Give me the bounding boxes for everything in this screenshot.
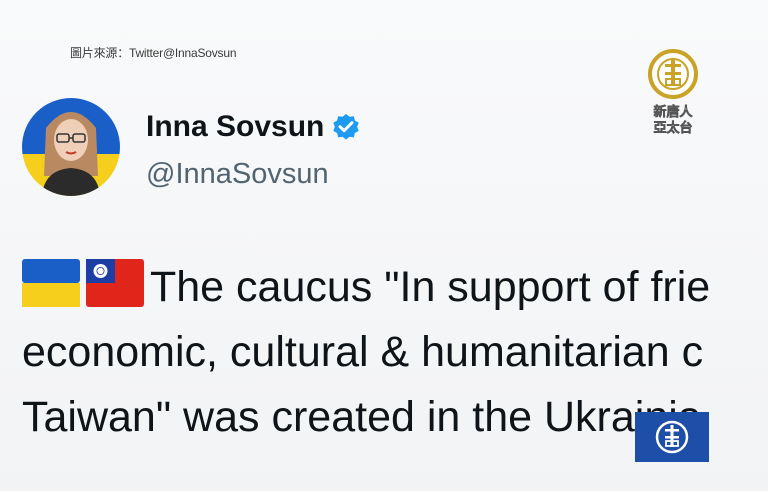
taiwan-flag-icon <box>86 259 144 307</box>
profile-handle[interactable]: @InnaSovsun <box>146 158 329 191</box>
logo-text-line2: 亞太台 <box>653 120 692 136</box>
source-caption: 圖片來源：Twitter@InnaSovsun <box>70 46 237 60</box>
ntd-logo-icon: 新唐人 亞太台 <box>648 49 698 136</box>
ntd-badge-icon <box>655 420 689 454</box>
logo-text-line1: 新唐人 <box>653 104 693 120</box>
watermark-badge <box>635 412 709 462</box>
avatar[interactable] <box>22 98 120 196</box>
profile-name[interactable]: Inna Sovsun <box>146 110 324 144</box>
tweet-line-1-text: The caucus "In support of frie <box>150 263 711 311</box>
verified-badge-icon <box>333 114 359 140</box>
ukraine-flag-icon <box>22 259 80 307</box>
tweet-line-1: The caucus "In support of frie <box>22 255 768 320</box>
tweet-line-2: economic, cultural & humanitarian c <box>22 328 704 376</box>
